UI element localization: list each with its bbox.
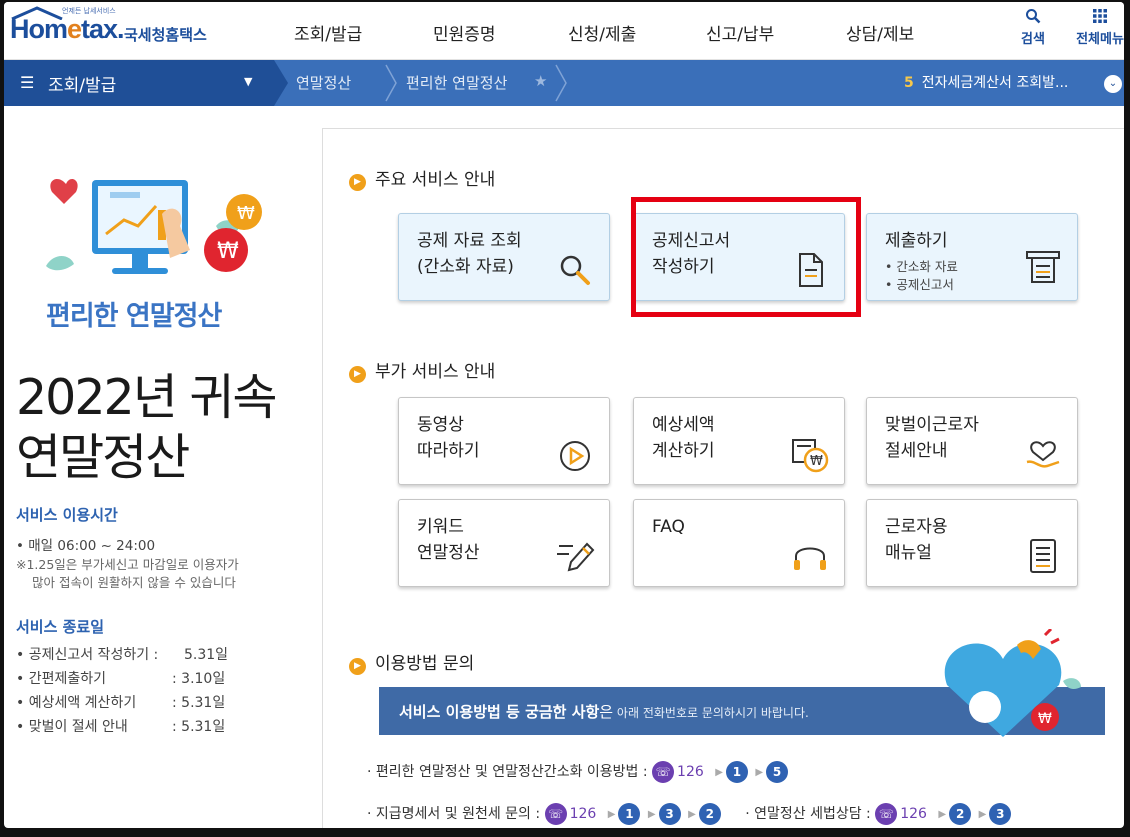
section-inquiry: ▶ 이용방법 문의 <box>349 649 474 675</box>
magnifier-icon <box>560 255 590 285</box>
favorite-star-icon[interactable]: ★ <box>534 72 547 90</box>
service-note: ※1.25일은 부가세신고 마감일로 이용자가 <box>16 557 239 572</box>
print-document-icon <box>1026 251 1060 283</box>
breadcrumb-year-end[interactable]: 연말정산 <box>296 72 351 93</box>
end-date-item: • 맞벌이 절세 안내: 5.31일 <box>16 719 226 735</box>
breadcrumb-separator-icon <box>385 64 397 102</box>
search-label: 검색 <box>1021 32 1045 47</box>
bullet-icon: ▶ <box>349 174 366 191</box>
section-extra-services: ▶ 부가 서비스 안내 <box>349 357 495 383</box>
phone-icon: ☏ <box>875 803 898 825</box>
phone-icon: ☏ <box>544 803 567 825</box>
left-panel: ₩ ₩ 편리한 연말정산 2022년 귀속 연말정산 서비스 이용시간 • 매일… <box>4 106 322 828</box>
recent-menu[interactable]: 5 전자세금계산서 조회발... <box>904 72 1068 92</box>
video-guide-card[interactable]: 동영상 따라하기 <box>398 397 610 485</box>
keyword-card[interactable]: 키워드 연말정산 <box>398 499 610 587</box>
svg-text:₩: ₩ <box>217 239 239 264</box>
hometax-logo[interactable]: Hometax. <box>10 14 125 45</box>
logo-name: 국세청홈택스 <box>124 26 207 44</box>
service-end-title: 서비스 종료일 <box>16 618 105 636</box>
phone-info-row: · 편리한 연말정산 및 연말정산간소화 이용방법 : ☏ 126 ▶ 1 ▶ 5 <box>367 761 789 783</box>
card-title: 예상세액 계산하기 <box>652 415 715 461</box>
breadcrumb: ☰ 조회/발급 ▼ 연말정산 편리한 연말정산 ★ 5 전자세금계산서 조회발..… <box>4 60 1124 106</box>
breadcrumb-separator-icon <box>555 64 567 102</box>
card-title: 동영상 따라하기 <box>417 415 480 461</box>
worker-manual-card[interactable]: 근로자용 매뉴얼 <box>866 499 1078 587</box>
card-title: FAQ <box>652 517 685 537</box>
phone-heart-illustration-icon: ₩ <box>944 629 1081 737</box>
menu-inquiry[interactable]: 조회/발급 <box>294 20 362 45</box>
menu-apply[interactable]: 신청/제출 <box>568 20 636 45</box>
phone-info-row: · 지급명세서 및 원천세 문의 : ☏ 126 ▶ 1 ▶ 3 ▶ 2 · 연말정산 … <box>367 803 1012 825</box>
end-date-item: • 예상세액 계산하기: 5.31일 <box>16 695 226 711</box>
search-button[interactable]: 검색 <box>1008 8 1058 47</box>
manual-icon <box>1030 539 1056 573</box>
breadcrumb-category-label: 조회/발급 <box>48 76 117 96</box>
svg-text:₩: ₩ <box>810 454 823 469</box>
browser-frame: 언제든 납세서비스 Hometax. 국세청홈택스 조회/발급 민원증명 신청/… <box>4 2 1124 828</box>
all-menu-label: 전체메뉴 <box>1076 32 1124 47</box>
menu-consult[interactable]: 상담/제보 <box>846 20 914 45</box>
faq-card[interactable]: FAQ <box>633 499 845 587</box>
dual-income-card[interactable]: 맞벌이근로자 절세안내 <box>866 397 1078 485</box>
card-title: 키워드 연말정산 <box>417 517 480 563</box>
submit-card[interactable]: 제출하기 • 간소화 자료 • 공제신고서 <box>866 213 1078 301</box>
service-hours-title: 서비스 이용시간 <box>16 506 118 524</box>
search-icon <box>1008 8 1058 28</box>
play-icon <box>560 441 590 471</box>
dropdown-arrow-icon: ▼ <box>244 75 253 88</box>
bullet-icon: ▶ <box>349 658 366 675</box>
menu-report-pay[interactable]: 신고/납부 <box>706 20 774 45</box>
menu-certificate[interactable]: 민원증명 <box>433 20 496 45</box>
end-date-item: • 공제신고서 작성하기 :5.31일 <box>16 647 229 663</box>
phone-icon: ☏ <box>652 761 675 783</box>
all-menu-button[interactable]: 전체메뉴 <box>1070 8 1124 47</box>
calculator-money-icon: ₩ <box>792 439 829 473</box>
grid-menu-icon <box>1070 8 1124 28</box>
highlight-box <box>631 197 861 317</box>
service-hours: • 매일 06:00 ~ 24:00 <box>16 538 156 554</box>
chevron-down-icon[interactable]: ⌄ <box>1104 75 1122 93</box>
tax-estimate-card[interactable]: 예상세액 계산하기 ₩ <box>633 397 845 485</box>
hamburger-icon: ☰ <box>20 73 35 92</box>
card-title: 근로자용 매뉴얼 <box>885 517 948 563</box>
svg-text:₩: ₩ <box>237 203 255 224</box>
main-content: ▶ 주요 서비스 안내 공제 자료 조회 (간소화 자료) 공제신고서 작성하기 제출… <box>322 128 1124 828</box>
handshake-heart-icon <box>1026 441 1060 468</box>
page-title: 2022년 귀속 연말정산 <box>16 369 278 486</box>
monitor-illustration-icon: ₩ ₩ <box>46 178 262 274</box>
top-navigation: 언제든 납세서비스 Hometax. 국세청홈택스 조회/발급 민원증명 신청/… <box>4 2 1124 60</box>
card-subitem: • 공제신고서 <box>885 277 954 292</box>
card-title: 맞벌이근로자 절세안내 <box>885 415 979 461</box>
headset-icon <box>794 547 826 570</box>
breadcrumb-convenient[interactable]: 편리한 연말정산 <box>406 72 507 93</box>
card-title: 공제 자료 조회 (간소화 자료) <box>417 231 522 277</box>
end-date-item: • 간편제출하기: 3.10일 <box>16 671 226 687</box>
breadcrumb-category-dropdown[interactable]: ☰ 조회/발급 ▼ <box>4 60 288 106</box>
card-subitem: • 간소화 자료 <box>885 259 958 274</box>
pencil-icon <box>557 542 595 572</box>
service-note: 많아 접속이 원활하지 않을 수 있습니다 <box>32 575 236 590</box>
deduction-data-inquiry-card[interactable]: 공제 자료 조회 (간소화 자료) <box>398 213 610 301</box>
svg-text:₩: ₩ <box>1038 711 1052 727</box>
service-title: 편리한 연말정산 <box>46 301 222 332</box>
card-title: 제출하기 <box>885 231 948 251</box>
section-main-services: ▶ 주요 서비스 안내 <box>349 165 495 191</box>
bullet-icon: ▶ <box>349 366 366 383</box>
